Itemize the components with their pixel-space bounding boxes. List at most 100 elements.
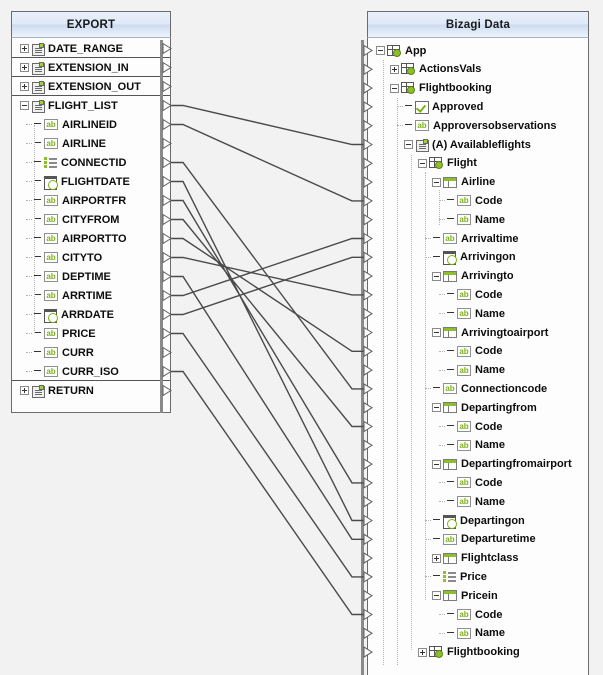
tree-row-name[interactable]: ab Name <box>368 624 588 643</box>
tree-row-departingfromairport[interactable]: Departingfromairport <box>368 455 588 474</box>
tree-row-pricein[interactable]: Pricein <box>368 586 588 605</box>
expand-icon[interactable] <box>20 44 29 53</box>
tree-row-label: Arrivingon <box>460 251 516 264</box>
mapping-link-5[interactable] <box>171 218 364 428</box>
tree-row-airline[interactable]: Airline <box>368 173 588 192</box>
tree-row-flight[interactable]: Flight <box>368 154 588 173</box>
tree-row-deptime[interactable]: ab DEPTIME <box>12 267 170 286</box>
collapse-icon[interactable] <box>376 46 385 55</box>
tree-row-cityto[interactable]: ab CITYTO <box>12 248 170 267</box>
tree-row-label: Departuretime <box>461 533 536 546</box>
collapse-icon[interactable] <box>404 140 413 149</box>
tree-row-label: Name <box>475 495 505 508</box>
tree-row-arrivaltime[interactable]: ab Arrivaltime <box>368 229 588 248</box>
mapping-link-3[interactable] <box>171 180 364 522</box>
mapping-link-12[interactable] <box>171 370 364 616</box>
tree-row-flightdate[interactable]: FLIGHTDATE <box>12 172 170 191</box>
table-icon <box>443 590 457 602</box>
tree-row-a-availableflights[interactable]: (A) Availableflights <box>368 135 588 154</box>
tree-spacer <box>446 441 455 450</box>
tree-spacer <box>432 516 441 525</box>
tree-row-code[interactable]: ab Code <box>368 473 588 492</box>
tree-spacer <box>446 196 455 205</box>
expand-icon[interactable] <box>390 64 399 74</box>
mapping-link-6[interactable] <box>171 237 364 352</box>
tree-row-approved[interactable]: Approved <box>368 97 588 116</box>
tree-row-arrdate[interactable]: ARRDATE <box>12 305 170 324</box>
tree-row-airportto[interactable]: ab AIRPORTTO <box>12 229 170 248</box>
tree-row-curr[interactable]: ab CURR <box>12 343 170 362</box>
tree-row-connectioncode[interactable]: ab Connectioncode <box>368 379 588 398</box>
tree-row-cityfrom[interactable]: ab CITYFROM <box>12 210 170 229</box>
tree-row-approversobservations[interactable]: ab Approversobservations <box>368 116 588 135</box>
tree-spacer <box>432 234 441 243</box>
mapping-link-9[interactable] <box>171 237 364 297</box>
tree-row-name[interactable]: ab Name <box>368 210 588 229</box>
tree-row-return[interactable]: RETURN <box>12 381 170 400</box>
tree-row-extension-out[interactable]: EXTENSION_OUT <box>12 77 170 96</box>
mapping-link-8[interactable] <box>171 275 364 540</box>
tree-row-extension-in[interactable]: EXTENSION_IN <box>12 58 170 77</box>
tree-row-name[interactable]: ab Name <box>368 436 588 455</box>
mapping-link-4[interactable] <box>171 199 364 484</box>
node-icon <box>31 43 45 56</box>
mapping-link-7[interactable] <box>171 256 364 296</box>
tree-row-label: Arrivaltime <box>461 232 519 245</box>
tree-row-price[interactable]: ab PRICE <box>12 324 170 343</box>
collapse-icon[interactable] <box>432 271 441 281</box>
collapse-icon[interactable] <box>20 101 29 110</box>
tree-row-app[interactable]: App <box>368 41 588 60</box>
collapse-icon[interactable] <box>390 83 399 93</box>
tree-row-code[interactable]: ab Code <box>368 191 588 210</box>
tree-row-airportfr[interactable]: ab AIRPORTFR <box>12 191 170 210</box>
tree-row-departingfrom[interactable]: Departingfrom <box>368 398 588 417</box>
collapse-icon[interactable] <box>432 591 441 601</box>
tree-connector <box>26 352 32 353</box>
tree-row-name[interactable]: ab Name <box>368 361 588 380</box>
collapse-icon[interactable] <box>432 403 441 413</box>
tree-row-airlineid[interactable]: ab AIRLINEID <box>12 115 170 134</box>
tree-row-flightclass[interactable]: Flightclass <box>368 549 588 568</box>
tree-row-name[interactable]: ab Name <box>368 492 588 511</box>
tree-row-code[interactable]: ab Code <box>368 285 588 304</box>
mapping-link-10[interactable] <box>171 256 364 316</box>
tree-row-arrivingto[interactable]: Arrivingto <box>368 267 588 286</box>
tree-row-flight-list[interactable]: FLIGHT_LIST <box>12 96 170 115</box>
tree-row-date-range[interactable]: DATE_RANGE <box>12 39 170 58</box>
tree-row-arrivingtoairport[interactable]: Arrivingtoairport <box>368 323 588 342</box>
collapse-icon[interactable] <box>418 158 427 168</box>
tree-row-arrivingon[interactable]: Arrivingon <box>368 248 588 267</box>
tree-row-flightbooking[interactable]: Flightbooking <box>368 79 588 98</box>
tree-row-label: App <box>405 44 427 57</box>
tree-row-code[interactable]: ab Code <box>368 417 588 436</box>
tree-row-departuretime[interactable]: ab Departuretime <box>368 530 588 549</box>
tree-row-label: Pricein <box>461 589 498 602</box>
expand-icon[interactable] <box>20 63 29 72</box>
expand-icon[interactable] <box>20 82 29 91</box>
expand-icon[interactable] <box>432 553 441 563</box>
tree-row-airline[interactable]: ab AIRLINE <box>12 134 170 153</box>
collapse-icon[interactable] <box>432 177 441 187</box>
tree-row-flightbooking[interactable]: Flightbooking <box>368 643 588 662</box>
list-icon <box>44 157 57 168</box>
ab-icon: ab <box>44 119 58 130</box>
tree-row-label: EXTENSION_OUT <box>48 80 141 93</box>
tree-connector <box>26 333 32 334</box>
mapping-link-2[interactable] <box>171 161 364 390</box>
collapse-icon[interactable] <box>432 328 441 337</box>
tree-row-departingon[interactable]: Departingon <box>368 511 588 530</box>
mapping-link-0[interactable] <box>171 104 364 146</box>
mapping-link-1[interactable] <box>171 123 364 202</box>
tree-row-connectid[interactable]: CONNECTID <box>12 153 170 172</box>
tree-row-actionsvals[interactable]: ActionsVals <box>368 60 588 79</box>
tree-row-price[interactable]: Price <box>368 567 588 586</box>
tree-row-code[interactable]: ab Code <box>368 342 588 361</box>
collapse-icon[interactable] <box>432 459 441 469</box>
tree-row-curr-iso[interactable]: ab CURR_ISO <box>12 362 170 381</box>
expand-icon[interactable] <box>418 647 427 657</box>
expand-icon[interactable] <box>20 386 29 395</box>
tree-row-name[interactable]: ab Name <box>368 304 588 323</box>
mapping-link-11[interactable] <box>171 332 364 578</box>
tree-row-code[interactable]: ab Code <box>368 605 588 624</box>
tree-row-arrtime[interactable]: ab ARRTIME <box>12 286 170 305</box>
